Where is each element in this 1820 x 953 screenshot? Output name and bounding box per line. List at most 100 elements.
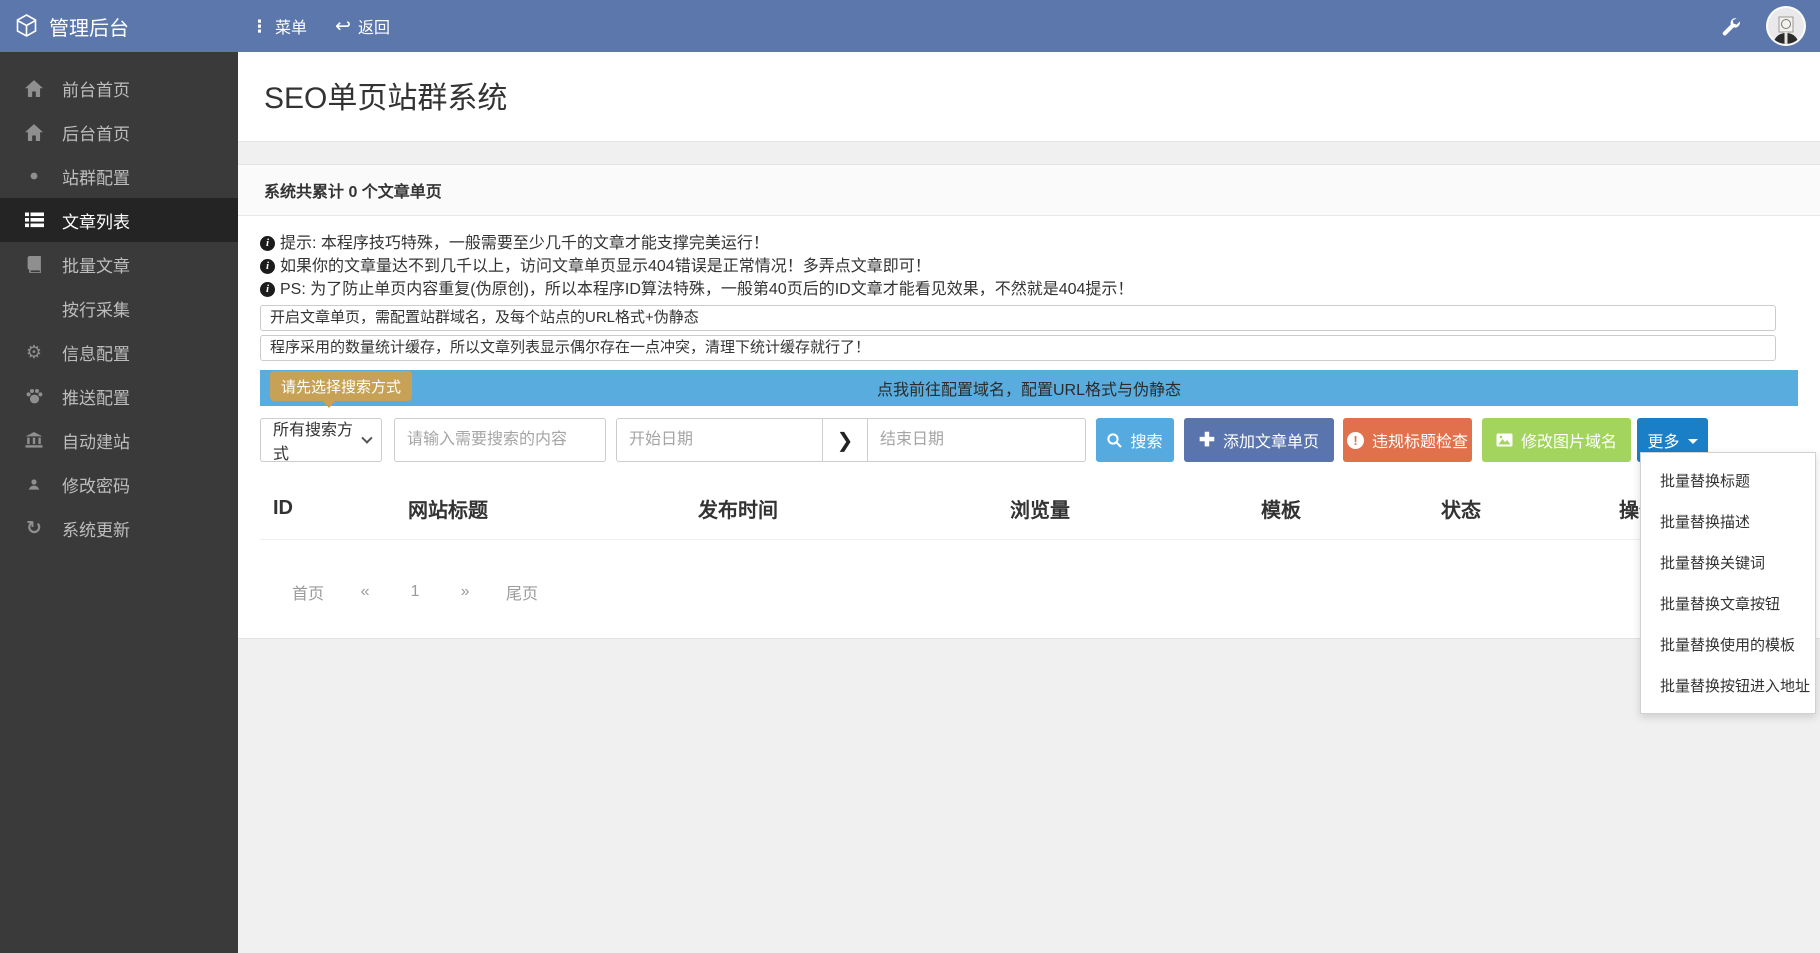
sidebar-item-system-update[interactable]: ↻ 系统更新 xyxy=(0,506,238,550)
top-navbar: 管理后台 ⋮ 菜单 ↩ 返回 xyxy=(0,0,1820,52)
date-end-input[interactable] xyxy=(867,418,1086,462)
home-icon xyxy=(23,80,45,97)
sidebar-item-front-home[interactable]: 前台首页 xyxy=(0,66,238,110)
refresh-icon: ↻ xyxy=(23,519,45,538)
sidebar-item-label: 文章列表 xyxy=(62,208,130,233)
chrome-icon xyxy=(23,167,45,185)
info-circle-icon: i xyxy=(260,236,275,251)
menu-item-replace-template[interactable]: 批量替换使用的模板 xyxy=(1641,624,1815,665)
sidebar-item-label: 自动建站 xyxy=(62,428,130,453)
user-circle-icon xyxy=(23,475,45,493)
pagination-next[interactable]: » xyxy=(456,583,474,601)
date-separator-chevron-icon[interactable]: ❯ xyxy=(823,418,867,462)
brand-title: 管理后台 xyxy=(49,12,129,41)
cube-logo-icon xyxy=(15,14,38,38)
menu-item-replace-title[interactable]: 批量替换标题 xyxy=(1641,460,1815,501)
sidebar-item-site-config[interactable]: 站群配置 xyxy=(0,154,238,198)
menu-button[interactable]: ⋮ 菜单 xyxy=(251,14,307,38)
article-panel: 系统共累计 0 个文章单页 i 提示: 本程序技巧特殊，一般需要至少几千的文章才… xyxy=(238,164,1820,639)
add-article-button[interactable]: ✚ 添加文章单页 xyxy=(1184,418,1334,462)
back-button[interactable]: ↩ 返回 xyxy=(335,14,390,38)
pagination-prev[interactable]: « xyxy=(356,583,374,601)
sidebar-item-auto-build[interactable]: 自动建站 xyxy=(0,418,238,462)
sidebar-item-line-collect[interactable]: 按行采集 xyxy=(0,286,238,330)
ellipsis-vertical-icon: ⋮ xyxy=(251,18,268,35)
asterisk-icon xyxy=(23,300,45,316)
menu-item-replace-keywords[interactable]: 批量替换关键词 xyxy=(1641,542,1815,583)
sidebar-item-label: 修改密码 xyxy=(62,472,130,497)
sidebar-item-label: 后台首页 xyxy=(62,120,130,145)
column-header-id: ID xyxy=(273,497,408,520)
date-range-group: ❯ xyxy=(616,418,1086,462)
sidebar-item-label: 按行采集 xyxy=(62,296,130,321)
sidebar-item-back-home[interactable]: 后台首页 xyxy=(0,110,238,154)
back-label: 返回 xyxy=(358,14,390,38)
menu-item-replace-description[interactable]: 批量替换描述 xyxy=(1641,501,1815,542)
sidebar-item-label: 推送配置 xyxy=(62,384,130,409)
column-header-template: 模板 xyxy=(1261,494,1441,523)
sidebar-item-label: 批量文章 xyxy=(62,252,130,277)
keyword-input[interactable] xyxy=(394,418,606,462)
paw-icon xyxy=(23,388,45,404)
sidebar-item-article-list[interactable]: 文章列表 xyxy=(0,198,238,242)
column-header-views: 浏览量 xyxy=(1010,494,1261,523)
date-start-input[interactable] xyxy=(616,418,823,462)
search-type-tooltip: 请先选择搜索方式 xyxy=(270,371,412,401)
pagination: 首页 « 1 » 尾页 xyxy=(292,580,1798,604)
main-content: SEO单页站群系统 系统共累计 0 个文章单页 i 提示: 本程序技巧特殊，一般… xyxy=(238,52,1820,639)
menu-label: 菜单 xyxy=(275,14,307,38)
user-avatar[interactable] xyxy=(1766,6,1806,46)
pagination-first[interactable]: 首页 xyxy=(292,580,324,604)
search-type-value: 所有搜索方式 xyxy=(273,416,363,464)
sidebar-item-label: 前台首页 xyxy=(62,76,130,101)
sidebar-item-push-config[interactable]: 推送配置 xyxy=(0,374,238,418)
title-check-label: 违规标题检查 xyxy=(1372,428,1468,452)
bank-icon xyxy=(23,432,45,448)
page-header: SEO单页站群系统 xyxy=(238,52,1820,142)
title-check-button[interactable]: ! 违规标题检查 xyxy=(1343,418,1472,462)
tip-line: i PS: 为了防止单页内容重复(伪原创)，所以本程序ID算法特殊，一般第40页… xyxy=(260,278,1798,301)
tip-line: i 提示: 本程序技巧特殊，一般需要至少几千的文章才能支撑完美运行！ xyxy=(260,232,1798,255)
sidebar: 前台首页 后台首页 站群配置 文章列表 xyxy=(0,52,238,953)
note-box-cache: 程序采用的数量统计缓存，所以文章列表显示偶尔存在一点冲突，清理下统计缓存就行了！ xyxy=(260,335,1776,361)
navbar-links: ⋮ 菜单 ↩ 返回 xyxy=(251,14,390,38)
sidebar-item-label: 站群配置 xyxy=(62,164,130,189)
image-icon xyxy=(1496,433,1513,447)
info-circle-icon: i xyxy=(260,259,275,274)
pagination-last[interactable]: 尾页 xyxy=(506,580,538,604)
sidebar-item-label: 信息配置 xyxy=(62,340,130,365)
pagination-page-1[interactable]: 1 xyxy=(406,583,424,601)
panel-body: i 提示: 本程序技巧特殊，一般需要至少几千的文章才能支撑完美运行！ i 如果你… xyxy=(238,216,1820,639)
search-icon xyxy=(1107,433,1122,448)
menu-item-replace-article-button[interactable]: 批量替换文章按钮 xyxy=(1641,583,1815,624)
caret-down-icon xyxy=(1688,439,1698,444)
note-box-url-config: 开启文章单页，需配置站群域名，及每个站点的URL格式+伪静态 xyxy=(260,305,1776,331)
info-circle-icon: i xyxy=(260,282,275,297)
list-icon xyxy=(23,212,45,228)
tip-line: i 如果你的文章量达不到几千以上，访问文章单页显示404错误是正常情况！多弄点文… xyxy=(260,255,1798,278)
app-brand[interactable]: 管理后台 xyxy=(0,12,238,41)
image-domain-button[interactable]: 修改图片域名 xyxy=(1482,418,1631,462)
wrench-icon[interactable] xyxy=(1721,17,1740,36)
sidebar-item-change-password[interactable]: 修改密码 xyxy=(0,462,238,506)
table-header-row: ID 网站标题 发布时间 浏览量 模板 状态 操作 xyxy=(260,484,1798,540)
image-domain-label: 修改图片域名 xyxy=(1521,428,1617,452)
column-header-status: 状态 xyxy=(1441,494,1619,523)
reply-arrow-icon: ↩ xyxy=(335,17,351,36)
column-header-title: 网站标题 xyxy=(408,494,698,523)
tip-text: 提示: 本程序技巧特殊，一般需要至少几千的文章才能支撑完美运行！ xyxy=(280,232,769,255)
search-type-select[interactable]: 所有搜索方式 xyxy=(260,418,382,462)
sidebar-item-batch-articles[interactable]: 批量文章 xyxy=(0,242,238,286)
column-header-publish-time: 发布时间 xyxy=(698,494,1010,523)
plus-icon: ✚ xyxy=(1199,431,1215,450)
search-button[interactable]: 搜索 xyxy=(1096,418,1174,462)
tip-text: 如果你的文章量达不到几千以上，访问文章单页显示404错误是正常情况！多弄点文章即… xyxy=(280,255,931,278)
domain-config-banner[interactable]: 点我前往配置域名，配置URL格式与伪静态 xyxy=(260,370,1798,406)
add-article-label: 添加文章单页 xyxy=(1223,428,1319,452)
search-button-label: 搜索 xyxy=(1130,428,1162,452)
menu-item-replace-button-url[interactable]: 批量替换按钮进入地址 xyxy=(1641,665,1815,706)
more-dropdown-menu: 批量替换标题 批量替换描述 批量替换关键词 批量替换文章按钮 批量替换使用的模板… xyxy=(1640,452,1816,714)
more-label: 更多 xyxy=(1647,428,1679,452)
home-icon xyxy=(23,124,45,141)
sidebar-item-info-config[interactable]: ⚙ 信息配置 xyxy=(0,330,238,374)
